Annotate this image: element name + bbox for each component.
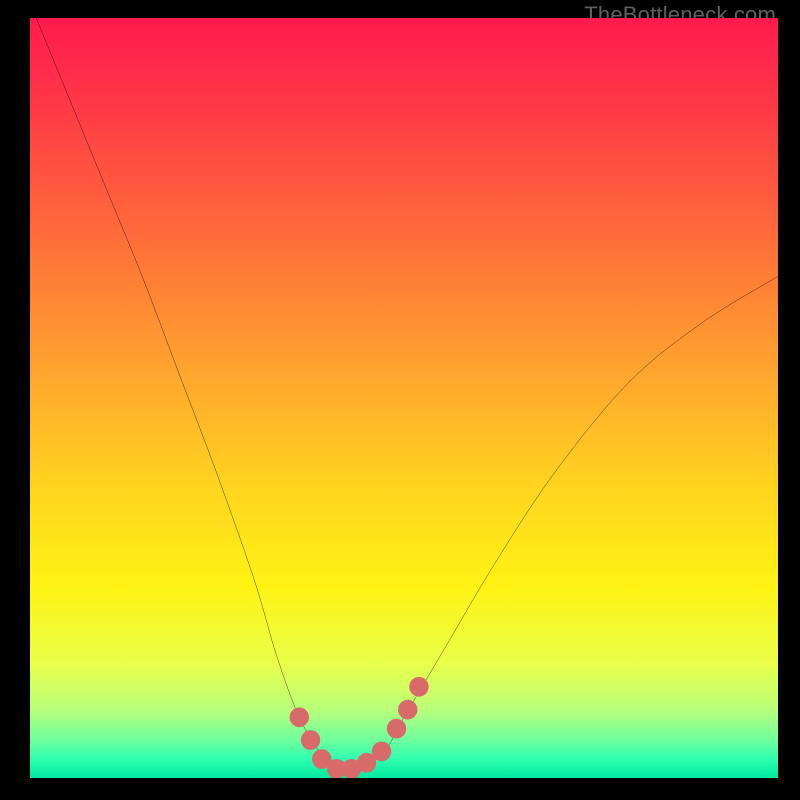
marker-dot xyxy=(290,707,309,727)
marker-dot xyxy=(301,730,320,750)
chart-area xyxy=(30,18,778,778)
marker-dot xyxy=(372,742,391,762)
highlight-markers xyxy=(290,677,429,778)
marker-dot xyxy=(398,700,417,720)
curve-line xyxy=(30,18,778,772)
marker-dot xyxy=(409,677,428,697)
bottleneck-curve xyxy=(30,18,778,778)
marker-dot xyxy=(387,719,406,739)
